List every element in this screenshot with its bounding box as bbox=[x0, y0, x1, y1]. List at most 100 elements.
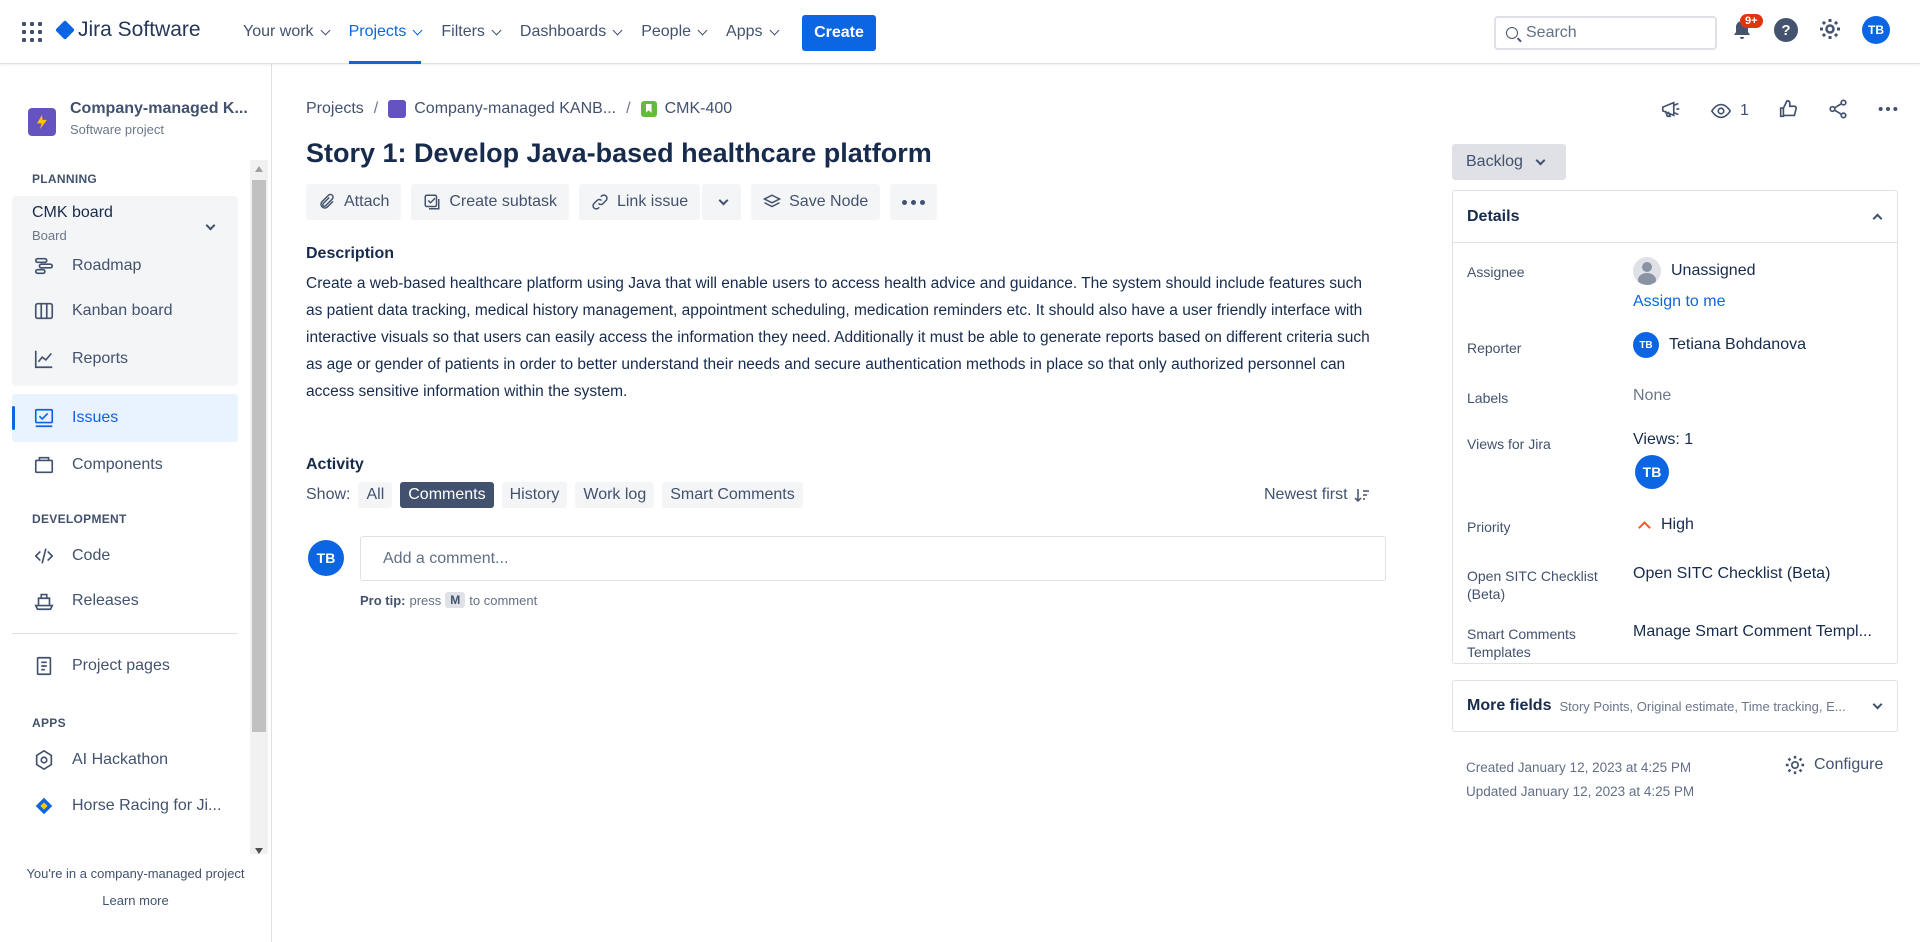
sidebar-item-roadmap[interactable]: Roadmap bbox=[32, 254, 141, 278]
breadcrumb: Projects / Company-managed KANB... / CMK… bbox=[306, 100, 732, 118]
sidebar-item-issues[interactable]: Issues bbox=[32, 406, 118, 430]
filter-smart-comments[interactable]: Smart Comments bbox=[662, 482, 803, 508]
nav-your-work[interactable]: Your work bbox=[233, 0, 339, 64]
unassigned-avatar-icon bbox=[1633, 257, 1661, 285]
development-section-title: DEVELOPMENT bbox=[32, 512, 127, 526]
more-toolbar-button[interactable] bbox=[890, 184, 938, 220]
nav-projects[interactable]: Projects bbox=[339, 0, 432, 64]
sidebar-scrollbar[interactable] bbox=[250, 160, 268, 860]
sidebar-item-kanban-board[interactable]: Kanban board bbox=[32, 299, 173, 323]
smart-comments-value[interactable]: Manage Smart Comment Templ... bbox=[1633, 623, 1872, 641]
nav-label: Filters bbox=[441, 23, 485, 40]
nav-label: Dashboards bbox=[519, 23, 607, 40]
scroll-thumb[interactable] bbox=[252, 180, 266, 732]
reporter-value[interactable]: TB Tetiana Bohdanova bbox=[1633, 332, 1806, 358]
notifications-button[interactable]: 9+ bbox=[1730, 14, 1763, 42]
share-button[interactable] bbox=[1827, 98, 1849, 123]
sidebar-item-releases[interactable]: Releases bbox=[32, 589, 139, 613]
sidebar-item-label: Code bbox=[72, 547, 111, 564]
link-issue-dropdown[interactable] bbox=[702, 184, 742, 220]
filter-work-log[interactable]: Work log bbox=[575, 482, 655, 508]
breadcrumb-issue[interactable]: CMK-400 bbox=[640, 100, 732, 118]
nav-people[interactable]: People bbox=[631, 0, 716, 64]
gear-icon bbox=[1820, 18, 1840, 39]
horse-racing-icon bbox=[32, 794, 56, 818]
sidebar-item-code[interactable]: Code bbox=[32, 544, 110, 568]
chevron-down-icon[interactable] bbox=[203, 216, 216, 232]
priority-label: Priority bbox=[1467, 519, 1511, 535]
sidebar-item-label: AI Hackathon bbox=[72, 751, 169, 768]
reports-icon bbox=[32, 347, 56, 371]
top-navigation: Jira Software Your work Projects Filters… bbox=[0, 0, 1920, 64]
search-input[interactable]: Search bbox=[1494, 16, 1717, 50]
code-icon bbox=[32, 544, 56, 568]
releases-icon bbox=[32, 589, 56, 613]
more-fields-section[interactable]: More fields Story Points, Original estim… bbox=[1452, 680, 1898, 732]
status-dropdown[interactable]: Backlog bbox=[1452, 144, 1566, 180]
views-avatar-wrap: TB bbox=[1635, 455, 1669, 489]
nav-dashboards[interactable]: Dashboards bbox=[510, 0, 631, 64]
filter-comments[interactable]: Comments bbox=[400, 482, 494, 508]
assign-to-me-link[interactable]: Assign to me bbox=[1633, 293, 1725, 311]
watch-button[interactable]: 1 bbox=[1710, 100, 1749, 122]
board-name[interactable]: CMK board bbox=[32, 204, 113, 222]
create-button[interactable]: Create bbox=[802, 15, 876, 51]
learn-more-link[interactable]: Learn more bbox=[0, 893, 271, 908]
project-name: Company-managed K... bbox=[70, 100, 248, 117]
details-header[interactable]: Details bbox=[1453, 191, 1897, 243]
sort-label: Newest first bbox=[1264, 486, 1348, 503]
scroll-up-arrow[interactable] bbox=[255, 166, 263, 172]
board-sub: Board bbox=[32, 228, 67, 243]
sidebar-item-components[interactable]: Components bbox=[32, 453, 163, 477]
project-avatar-icon bbox=[28, 108, 56, 136]
breadcrumb-projects[interactable]: Projects bbox=[306, 100, 364, 118]
sort-order-button[interactable]: Newest first bbox=[1264, 486, 1370, 504]
sidebar-footer: You're in a company-managed project Lear… bbox=[0, 854, 271, 942]
sitc-label: Open SITC Checklist (Beta) bbox=[1467, 568, 1598, 602]
more-actions-button[interactable] bbox=[1877, 98, 1899, 123]
configure-button[interactable]: Configure bbox=[1784, 754, 1883, 776]
attach-button[interactable]: Attach bbox=[306, 184, 402, 220]
profile-avatar[interactable]: TB bbox=[1862, 16, 1890, 44]
description-text[interactable]: Create a web-based healthcare platform u… bbox=[306, 270, 1378, 405]
link-issue-button[interactable]: Link issue bbox=[578, 184, 701, 220]
save-node-button[interactable]: Save Node bbox=[751, 184, 881, 220]
sidebar-item-label: Releases bbox=[72, 592, 139, 609]
eye-icon bbox=[1710, 103, 1732, 118]
feedback-button[interactable] bbox=[1660, 98, 1682, 123]
comment-input[interactable]: Add a comment... bbox=[360, 536, 1386, 581]
issue-title[interactable]: Story 1: Develop Java-based healthcare p… bbox=[306, 138, 932, 169]
sidebar-item-ai-hackathon[interactable]: AI Hackathon bbox=[32, 748, 168, 772]
create-subtask-button[interactable]: Create subtask bbox=[411, 184, 569, 220]
sidebar-item-reports[interactable]: Reports bbox=[32, 347, 128, 371]
sidebar-item-horse-racing[interactable]: Horse Racing for Ji... bbox=[32, 794, 221, 818]
activity-label: Activity bbox=[306, 456, 364, 473]
views-avatar[interactable]: TB bbox=[1635, 455, 1669, 489]
app-switcher-icon[interactable] bbox=[22, 22, 42, 42]
issues-icon bbox=[32, 406, 56, 430]
sidebar-item-project-pages[interactable]: Project pages bbox=[32, 654, 170, 678]
created-date: Created January 12, 2023 at 4:25 PM bbox=[1466, 760, 1692, 775]
filter-all[interactable]: All bbox=[358, 482, 393, 508]
labels-value[interactable]: None bbox=[1633, 387, 1671, 405]
details-panel: Details Assignee Unassigned Assign to me… bbox=[1452, 190, 1898, 664]
settings-button[interactable] bbox=[1818, 17, 1842, 44]
help-icon[interactable]: ? bbox=[1774, 18, 1798, 42]
sitc-value[interactable]: Open SITC Checklist (Beta) bbox=[1633, 565, 1830, 583]
breadcrumb-project-label: Company-managed KANB... bbox=[414, 100, 617, 117]
filter-history[interactable]: History bbox=[501, 482, 568, 508]
priority-value[interactable]: High bbox=[1637, 516, 1694, 534]
chevron-down-icon bbox=[320, 25, 331, 35]
jira-logo[interactable]: Jira Software bbox=[55, 18, 201, 42]
project-header[interactable]: Company-managed K... Software project bbox=[28, 100, 248, 137]
sidebar-item-label: Reports bbox=[72, 350, 129, 367]
vote-button[interactable] bbox=[1777, 98, 1799, 123]
nav-apps[interactable]: Apps bbox=[716, 0, 787, 64]
share-icon bbox=[1829, 99, 1847, 119]
assignee-value[interactable]: Unassigned bbox=[1633, 257, 1756, 285]
breadcrumb-project[interactable]: Company-managed KANB... bbox=[388, 100, 616, 118]
nav-filters[interactable]: Filters bbox=[431, 0, 510, 64]
sidebar-item-label: Issues bbox=[72, 409, 119, 426]
priority-name: High bbox=[1661, 516, 1694, 533]
project-type: Software project bbox=[70, 122, 164, 137]
